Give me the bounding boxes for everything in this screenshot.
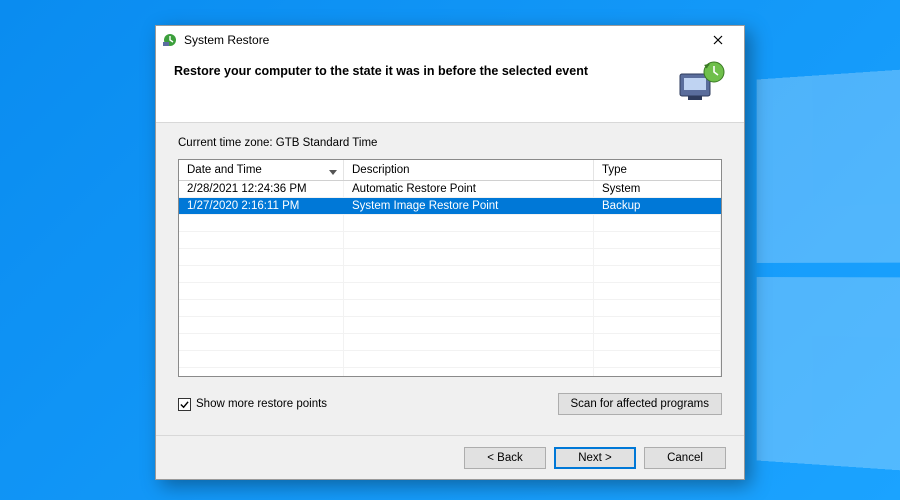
next-button[interactable]: Next >	[554, 447, 636, 469]
table-row	[179, 249, 721, 266]
table-row	[179, 334, 721, 351]
restore-points-table: Date and Time Description Type 2/28/2021…	[178, 159, 722, 377]
wizard-header: Restore your computer to the state it wa…	[156, 54, 744, 123]
cell-desc: Automatic Restore Point	[344, 181, 594, 197]
table-row[interactable]: 1/27/2020 2:16:11 PMSystem Image Restore…	[179, 198, 721, 215]
checkbox-label: Show more restore points	[196, 398, 327, 410]
timezone-label: Current time zone: GTB Standard Time	[178, 137, 722, 149]
table-row	[179, 283, 721, 300]
table-header: Date and Time Description Type	[179, 160, 721, 181]
column-description[interactable]: Description	[344, 160, 594, 180]
show-more-checkbox[interactable]: Show more restore points	[178, 398, 327, 411]
table-row	[179, 266, 721, 283]
table-row	[179, 351, 721, 368]
header-text: Restore your computer to the state it wa…	[174, 60, 664, 78]
table-row	[179, 215, 721, 232]
table-row	[179, 300, 721, 317]
close-button[interactable]	[698, 29, 738, 51]
table-body: 2/28/2021 12:24:36 PMAutomatic Restore P…	[179, 181, 721, 377]
scan-affected-programs-button[interactable]: Scan for affected programs	[558, 393, 723, 415]
column-date-time[interactable]: Date and Time	[179, 160, 344, 180]
cell-type: System	[594, 181, 721, 197]
back-button[interactable]: < Back	[464, 447, 546, 469]
system-restore-dialog: System Restore Restore your computer to …	[155, 25, 745, 480]
checkbox-icon	[178, 398, 191, 411]
cell-desc: System Image Restore Point	[344, 198, 594, 214]
titlebar: System Restore	[156, 26, 744, 54]
system-restore-icon	[162, 32, 178, 48]
wizard-content: Current time zone: GTB Standard Time Dat…	[156, 123, 744, 435]
cell-date: 1/27/2020 2:16:11 PM	[179, 198, 344, 214]
table-row[interactable]: 2/28/2021 12:24:36 PMAutomatic Restore P…	[179, 181, 721, 198]
table-row	[179, 317, 721, 334]
cancel-button[interactable]: Cancel	[644, 447, 726, 469]
wizard-footer: < Back Next > Cancel	[156, 435, 744, 479]
column-type[interactable]: Type	[594, 160, 721, 180]
table-row	[179, 368, 721, 377]
window-title: System Restore	[184, 33, 698, 47]
restore-point-icon	[674, 60, 726, 104]
table-row	[179, 232, 721, 249]
cell-type: Backup	[594, 198, 721, 214]
cell-date: 2/28/2021 12:24:36 PM	[179, 181, 344, 197]
